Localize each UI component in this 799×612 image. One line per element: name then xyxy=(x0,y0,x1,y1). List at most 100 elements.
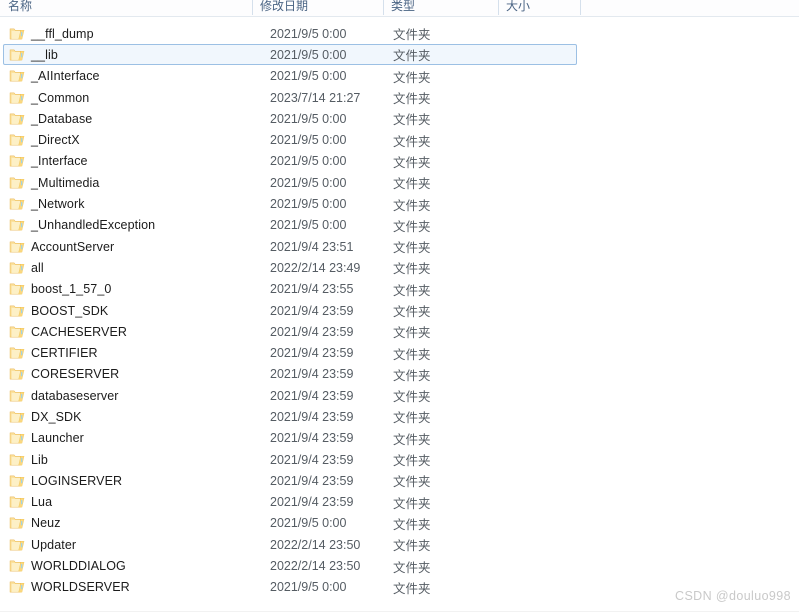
cell-name[interactable]: Updater xyxy=(9,538,249,552)
file-name-label: __ffl_dump xyxy=(31,26,94,41)
file-list-row[interactable]: Launcher 2021/9/4 23:59 文件夹 xyxy=(0,428,799,449)
cell-name[interactable]: _DirectX xyxy=(9,133,249,147)
cell-modified-date: 2021/9/4 23:59 xyxy=(270,473,354,488)
file-name-label: Neuz xyxy=(31,516,61,531)
cell-name[interactable]: _Network xyxy=(9,197,249,211)
file-list-row[interactable]: BOOST_SDK 2021/9/4 23:59 文件夹 xyxy=(0,300,799,321)
file-name-label: CERTIFIER xyxy=(31,346,98,361)
cell-name[interactable]: CORESERVER xyxy=(9,367,249,381)
file-list-row[interactable]: DX_SDK 2021/9/4 23:59 文件夹 xyxy=(0,406,799,427)
file-list-row[interactable]: _UnhandledException 2021/9/5 0:00 文件夹 xyxy=(0,215,799,236)
cell-name[interactable]: _Common xyxy=(9,91,249,105)
cell-name[interactable]: Lib xyxy=(9,453,249,467)
file-list-row[interactable]: databaseserver 2021/9/4 23:59 文件夹 xyxy=(0,385,799,406)
file-list-row[interactable]: all 2022/2/14 23:49 文件夹 xyxy=(0,257,799,278)
cell-type: 文件夹 xyxy=(393,177,431,192)
folder-icon xyxy=(9,410,25,424)
cell-name[interactable]: Neuz xyxy=(9,516,249,530)
cell-name[interactable]: AccountServer xyxy=(9,240,249,254)
cell-name[interactable]: DX_SDK xyxy=(9,410,249,424)
cell-name[interactable]: WORLDSERVER xyxy=(9,580,249,594)
file-name-label: _Database xyxy=(31,111,93,126)
file-list-row[interactable]: Lua 2021/9/4 23:59 文件夹 xyxy=(0,492,799,513)
file-name-label: Launcher xyxy=(31,431,84,446)
file-list-row[interactable]: _Network 2021/9/5 0:00 文件夹 xyxy=(0,193,799,214)
cell-name[interactable]: _UnhandledException xyxy=(9,218,249,232)
folder-icon xyxy=(9,91,25,105)
column-divider-trailing[interactable] xyxy=(580,0,581,15)
cell-type: 文件夹 xyxy=(393,454,431,469)
file-list-row[interactable]: WORLDDIALOG 2022/2/14 23:50 文件夹 xyxy=(0,555,799,576)
cell-name[interactable]: CACHESERVER xyxy=(9,325,249,339)
file-name-label: CACHESERVER xyxy=(31,324,128,339)
file-list-row[interactable]: Lib 2021/9/4 23:59 文件夹 xyxy=(0,449,799,470)
cell-name[interactable]: all xyxy=(9,261,249,275)
file-list-row[interactable]: boost_1_57_0 2021/9/4 23:55 文件夹 xyxy=(0,279,799,300)
cell-type: 文件夹 xyxy=(393,155,431,170)
file-list-row[interactable]: _Database 2021/9/5 0:00 文件夹 xyxy=(0,108,799,129)
file-list-row[interactable]: _AIInterface 2021/9/5 0:00 文件夹 xyxy=(0,66,799,87)
file-list-row[interactable]: Neuz 2021/9/5 0:00 文件夹 xyxy=(0,513,799,534)
file-list-row[interactable]: LOGINSERVER 2021/9/4 23:59 文件夹 xyxy=(0,470,799,491)
cell-name[interactable]: _Multimedia xyxy=(9,176,249,190)
cell-modified-date: 2021/9/5 0:00 xyxy=(270,133,347,148)
cell-name[interactable]: __ffl_dump xyxy=(9,27,249,41)
folder-icon xyxy=(9,197,25,211)
column-divider[interactable] xyxy=(252,0,253,15)
cell-name[interactable]: boost_1_57_0 xyxy=(9,282,249,296)
cell-name[interactable]: _Database xyxy=(9,112,249,126)
column-header-date[interactable]: 修改日期 xyxy=(252,0,383,16)
cell-type: 文件夹 xyxy=(393,241,431,256)
cell-name[interactable]: CERTIFIER xyxy=(9,346,249,360)
cell-name[interactable]: Lua xyxy=(9,495,249,509)
file-list-row[interactable]: AccountServer 2021/9/4 23:51 文件夹 xyxy=(0,236,799,257)
file-list-row[interactable]: __lib 2021/9/5 0:00 文件夹 xyxy=(0,44,799,66)
file-list-row[interactable]: _Interface 2021/9/5 0:00 文件夹 xyxy=(0,151,799,172)
file-name-label: Lib xyxy=(31,452,48,467)
file-list-row[interactable]: CACHESERVER 2021/9/4 23:59 文件夹 xyxy=(0,321,799,342)
folder-icon xyxy=(9,474,25,488)
column-header-size[interactable]: 大小 xyxy=(498,0,580,16)
folder-icon xyxy=(9,282,25,296)
folder-icon xyxy=(9,325,25,339)
column-divider[interactable] xyxy=(383,0,384,15)
folder-icon xyxy=(9,69,25,83)
cell-type: 文件夹 xyxy=(393,92,431,107)
cell-modified-date: 2021/9/4 23:59 xyxy=(270,495,354,510)
cell-type: 文件夹 xyxy=(393,390,431,405)
cell-type: 文件夹 xyxy=(393,581,431,596)
file-list-row[interactable]: Updater 2022/2/14 23:50 文件夹 xyxy=(0,534,799,555)
cell-type: 文件夹 xyxy=(393,49,431,64)
file-explorer-details-view: 名称 修改日期 类型 大小 __ffl_dump 2021/9/5 0:00 文件夹 __l… xyxy=(0,0,799,612)
cell-type: 文件夹 xyxy=(393,134,431,149)
column-header-label: 类型 xyxy=(391,0,416,13)
watermark: CSDN @douluo998 xyxy=(675,589,791,603)
cell-type: 文件夹 xyxy=(393,262,431,277)
column-header-type[interactable]: 类型 xyxy=(383,0,498,16)
folder-icon xyxy=(9,453,25,467)
column-divider[interactable] xyxy=(498,0,499,15)
folder-icon xyxy=(9,431,25,445)
file-list-row[interactable]: _DirectX 2021/9/5 0:00 文件夹 xyxy=(0,129,799,150)
file-list-row[interactable]: _Common 2023/7/14 21:27 文件夹 xyxy=(0,87,799,108)
file-list-row[interactable]: __ffl_dump 2021/9/5 0:00 文件夹 xyxy=(0,23,799,44)
cell-type: 文件夹 xyxy=(393,326,431,341)
cell-modified-date: 2021/9/5 0:00 xyxy=(270,69,347,84)
cell-modified-date: 2021/9/4 23:59 xyxy=(270,388,354,403)
file-list: __ffl_dump 2021/9/5 0:00 文件夹 __lib 2021/9/5 … xyxy=(0,17,799,598)
cell-name[interactable]: __lib xyxy=(9,48,249,62)
cell-type: 文件夹 xyxy=(393,539,431,554)
cell-name[interactable]: WORLDDIALOG xyxy=(9,559,249,573)
cell-name[interactable]: _Interface xyxy=(9,154,249,168)
folder-icon xyxy=(9,27,25,41)
cell-name[interactable]: databaseserver xyxy=(9,389,249,403)
file-list-row[interactable]: _Multimedia 2021/9/5 0:00 文件夹 xyxy=(0,172,799,193)
cell-name[interactable]: _AIInterface xyxy=(9,69,249,83)
file-list-row[interactable]: CERTIFIER 2021/9/4 23:59 文件夹 xyxy=(0,342,799,363)
cell-name[interactable]: BOOST_SDK xyxy=(9,304,249,318)
cell-name[interactable]: LOGINSERVER xyxy=(9,474,249,488)
folder-icon xyxy=(9,240,25,254)
cell-name[interactable]: Launcher xyxy=(9,431,249,445)
file-list-row[interactable]: CORESERVER 2021/9/4 23:59 文件夹 xyxy=(0,364,799,385)
column-header-name[interactable]: 名称 xyxy=(0,0,252,16)
